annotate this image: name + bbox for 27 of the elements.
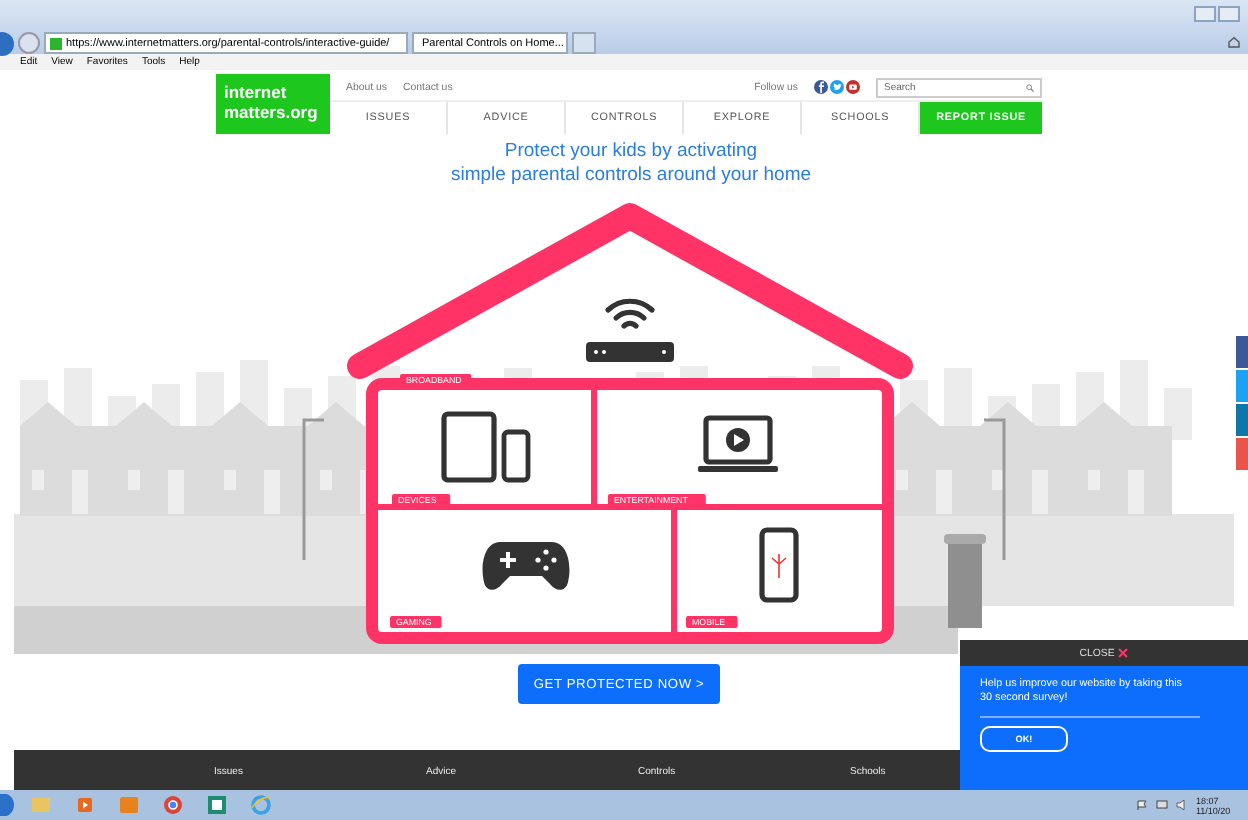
search-icon[interactable] (1026, 83, 1034, 91)
flag-icon[interactable] (1136, 800, 1148, 810)
media-player-icon[interactable] (73, 794, 95, 816)
youtube-icon[interactable] (846, 80, 860, 94)
start-button[interactable] (0, 794, 18, 816)
publisher-icon[interactable] (205, 794, 227, 816)
internet-explorer-icon[interactable] (249, 794, 271, 816)
twitter-icon[interactable] (830, 80, 844, 94)
headline: Protect your kids by activating (504, 140, 758, 164)
router-icon (586, 298, 674, 362)
home-icon[interactable] (1228, 36, 1240, 48)
postbox-drawing (944, 534, 986, 628)
new-tab-button[interactable] (572, 32, 596, 54)
headline: simple parental controls around your home (450, 164, 812, 188)
network-icon[interactable] (1156, 800, 1168, 810)
close-icon[interactable] (1118, 648, 1129, 658)
tablet-and-phone-icon (441, 411, 531, 483)
gamepad-icon (482, 542, 570, 590)
facebook-icon[interactable] (814, 80, 828, 94)
laptop-play-icon (698, 415, 778, 472)
forward-button[interactable] (18, 32, 40, 54)
mobile-signal-icon (759, 527, 799, 603)
maximize-button[interactable] (1218, 6, 1240, 22)
chrome-icon[interactable] (161, 794, 183, 816)
speaker-icon[interactable] (1176, 800, 1188, 810)
mail-app-icon[interactable] (117, 794, 139, 816)
minimize-button[interactable] (1194, 6, 1216, 22)
